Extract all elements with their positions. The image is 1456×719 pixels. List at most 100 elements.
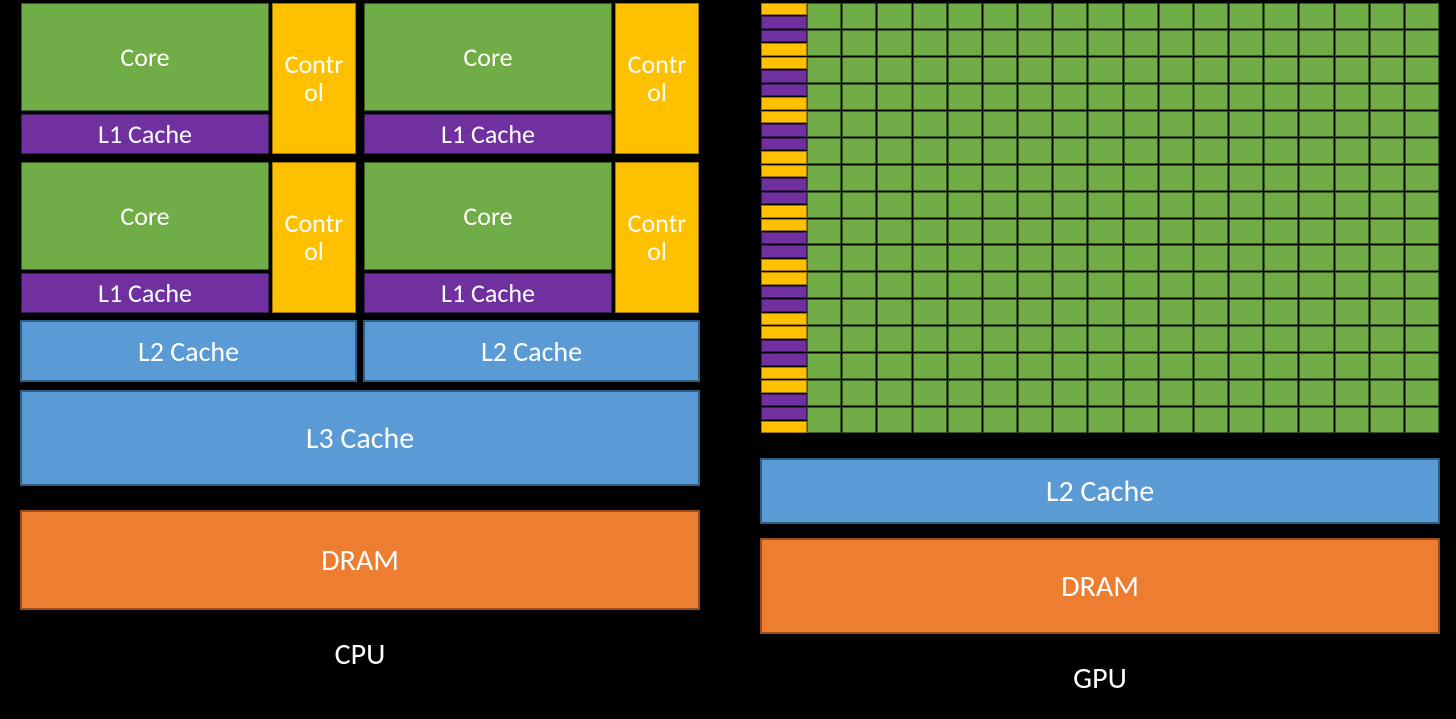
gpu-core-cell xyxy=(1229,192,1263,218)
gpu-core-cell xyxy=(1299,111,1333,137)
gpu-core-cell xyxy=(1088,326,1122,352)
gpu-core-cell xyxy=(1124,353,1158,379)
gpu-core-cell xyxy=(1124,30,1158,56)
gpu-core-cell xyxy=(1370,30,1404,56)
gpu-core-cell xyxy=(807,326,841,352)
gpu-core-cell xyxy=(1053,219,1087,245)
cpu-l1-cache: L1 Cache xyxy=(364,273,612,313)
gpu-core-cell xyxy=(1299,30,1333,56)
gpu-core-cell xyxy=(948,299,982,325)
gpu-control-cell xyxy=(761,205,807,217)
gpu-core-cell xyxy=(1405,353,1439,379)
gpu-core-cell xyxy=(913,84,947,110)
cpu-l2-cache: L2 Cache xyxy=(363,320,700,382)
gpu-core-cell xyxy=(1299,84,1333,110)
gpu-core-cell xyxy=(1264,3,1298,29)
gpu-core-cell xyxy=(1018,272,1052,298)
gpu-l1-cell xyxy=(761,299,807,311)
gpu-core-cell xyxy=(807,84,841,110)
gpu-l1-cell xyxy=(761,16,807,28)
gpu-core-cell xyxy=(1335,326,1369,352)
cpu-control: Control xyxy=(615,162,699,313)
gpu-core-cell xyxy=(1299,165,1333,191)
gpu-sm-column xyxy=(761,3,807,433)
gpu-l1-cell xyxy=(761,124,807,136)
gpu-l1-cell xyxy=(761,245,807,257)
gpu-core-cell xyxy=(1053,353,1087,379)
gpu-core-cell xyxy=(877,138,911,164)
gpu-core-cell xyxy=(1194,245,1228,271)
gpu-label: GPU xyxy=(760,660,1440,697)
gpu-core-cell xyxy=(1053,138,1087,164)
gpu-core-cell xyxy=(983,30,1017,56)
gpu-core-cell xyxy=(1194,326,1228,352)
cpu-control: Control xyxy=(615,3,699,154)
cpu-dram: DRAM xyxy=(20,510,700,610)
gpu-core-cell xyxy=(1194,192,1228,218)
gpu-core-cell xyxy=(1405,299,1439,325)
gpu-l1-cell xyxy=(761,70,807,82)
gpu-core-cell xyxy=(842,353,876,379)
gpu-core-cell xyxy=(877,353,911,379)
gpu-core-cell xyxy=(1194,272,1228,298)
gpu-core-cell xyxy=(1194,3,1228,29)
gpu-core-cell xyxy=(1229,138,1263,164)
gpu-core-cell xyxy=(948,165,982,191)
gpu-core-cell xyxy=(1124,3,1158,29)
cpu-control: Control xyxy=(272,162,356,313)
gpu-core-cell xyxy=(1159,353,1193,379)
gpu-core-cell xyxy=(913,326,947,352)
gpu-core-cell xyxy=(913,57,947,83)
gpu-core-cell xyxy=(1124,380,1158,406)
gpu-core-cell xyxy=(1229,30,1263,56)
gpu-core-cell xyxy=(948,192,982,218)
gpu-core-cell xyxy=(948,30,982,56)
gpu-core-cell xyxy=(1088,272,1122,298)
gpu-core-cell xyxy=(983,192,1017,218)
gpu-core-cell xyxy=(1018,326,1052,352)
gpu-core-cell xyxy=(1159,272,1193,298)
gpu-sm-row xyxy=(761,272,807,298)
gpu-core-cell xyxy=(913,407,947,433)
gpu-core-cell xyxy=(1124,57,1158,83)
gpu-sm-row xyxy=(761,111,807,137)
gpu-core-cell xyxy=(1018,30,1052,56)
gpu-control-cell xyxy=(761,3,807,15)
gpu-core-cell xyxy=(913,272,947,298)
gpu-core-cell xyxy=(1053,3,1087,29)
gpu-core-cell xyxy=(1370,407,1404,433)
gpu-core-cell xyxy=(1088,380,1122,406)
gpu-core-cell xyxy=(1370,219,1404,245)
gpu-core-cell xyxy=(913,3,947,29)
gpu-core-cell xyxy=(877,111,911,137)
gpu-core-cell xyxy=(807,219,841,245)
gpu-core-cell xyxy=(1159,326,1193,352)
gpu-core-cell xyxy=(1229,111,1263,137)
gpu-control-cell xyxy=(761,367,807,379)
gpu-core-cell xyxy=(1159,299,1193,325)
gpu-core-cell xyxy=(983,57,1017,83)
gpu-core-cell xyxy=(983,326,1017,352)
gpu-sm-row xyxy=(761,30,807,56)
gpu-diagram: L2 Cache DRAM GPU xyxy=(760,2,1440,702)
cpu-cores-grid: Core Control L1 Cache Core Control L1 Ca… xyxy=(20,2,700,314)
cpu-l1-cache: L1 Cache xyxy=(21,114,269,154)
gpu-core-cell xyxy=(842,192,876,218)
gpu-core-cell xyxy=(1018,57,1052,83)
gpu-core-cell xyxy=(1264,326,1298,352)
gpu-core-cell xyxy=(1264,165,1298,191)
gpu-core-cell xyxy=(913,299,947,325)
gpu-sm-row xyxy=(761,326,807,352)
gpu-core-cell xyxy=(1018,84,1052,110)
gpu-dram: DRAM xyxy=(760,538,1440,634)
cpu-l1-cache: L1 Cache xyxy=(364,114,612,154)
gpu-core-cell xyxy=(1124,407,1158,433)
gpu-core-cell xyxy=(1335,192,1369,218)
gpu-grid xyxy=(760,2,1440,434)
gpu-core-cell xyxy=(807,30,841,56)
gpu-core-cell xyxy=(1405,192,1439,218)
gpu-core-cell xyxy=(1335,84,1369,110)
gpu-core-cell xyxy=(913,380,947,406)
gpu-core-cell xyxy=(1405,245,1439,271)
gpu-core-cell xyxy=(948,84,982,110)
